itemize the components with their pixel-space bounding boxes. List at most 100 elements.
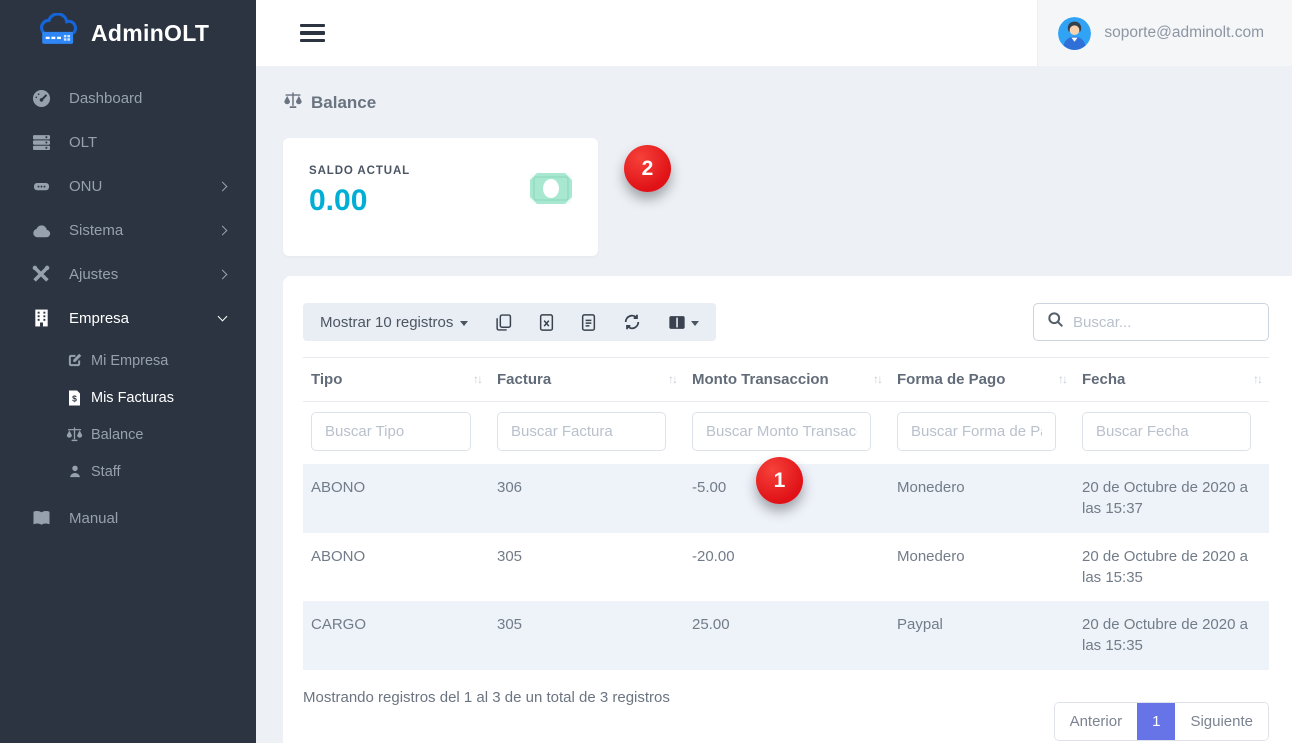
column-header-monto[interactable]: Monto Transaccion↑↓ [684, 358, 889, 402]
column-header-fecha[interactable]: Fecha↑↓ [1074, 358, 1269, 402]
sidebar-item-label: Empresa [69, 310, 129, 327]
pagination: Anterior 1 Siguiente [1054, 702, 1269, 741]
sidebar-item-staff[interactable]: Staff [0, 453, 256, 490]
cell-monto: 25.00 [684, 601, 889, 670]
user-avatar [1058, 17, 1091, 50]
sidebar-item-mi-empresa[interactable]: Mi Empresa [0, 342, 256, 379]
cell-tipo: CARGO [303, 601, 489, 670]
annotation-badge-2: 2 [624, 145, 671, 192]
cell-forma-pago: Paypal [889, 601, 1074, 670]
filter-forma-pago-input[interactable] [897, 412, 1056, 451]
column-filter-row [303, 402, 1269, 465]
sidebar-item-label: Ajustes [69, 266, 118, 283]
invoice-dollar-icon: $ [66, 390, 83, 406]
empresa-submenu: Mi Empresa $ Mis Facturas Balance Staff [0, 340, 256, 496]
chevron-right-icon [218, 269, 228, 279]
filter-factura-input[interactable] [497, 412, 666, 451]
cell-forma-pago: Monedero [889, 464, 1074, 533]
cell-fecha: 20 de Octubre de 2020 a las 15:37 [1074, 464, 1269, 533]
filter-monto-input[interactable] [692, 412, 871, 451]
filter-tipo-input[interactable] [311, 412, 471, 451]
cell-forma-pago: Monedero [889, 533, 1074, 602]
balance-card-label: SALDO ACTUAL [309, 165, 410, 177]
search-input[interactable] [1073, 314, 1272, 331]
main-area: soporte@adminolt.com Balance SALDO ACTUA… [256, 0, 1292, 743]
column-header-factura[interactable]: Factura↑↓ [489, 358, 684, 402]
sort-icon: ↑↓ [473, 372, 481, 386]
top-header: soporte@adminolt.com [256, 0, 1292, 66]
pagination-prev-button[interactable]: Anterior [1055, 703, 1138, 740]
cell-tipo: ABONO [303, 533, 489, 602]
sidebar-item-label: Manual [69, 510, 118, 527]
cell-fecha: 20 de Octubre de 2020 a las 15:35 [1074, 533, 1269, 602]
cell-tipo: ABONO [303, 464, 489, 533]
sidebar-item-ajustes[interactable]: Ajustes [0, 252, 256, 296]
cell-fecha: 20 de Octubre de 2020 a las 15:35 [1074, 601, 1269, 670]
edit-square-icon [66, 353, 83, 368]
sidebar: AdminOLT Dashboard OLT ONU Sistema [0, 0, 256, 743]
sidebar-item-label: Mi Empresa [91, 353, 168, 369]
sidebar-item-dashboard[interactable]: Dashboard [0, 76, 256, 120]
sidebar-item-manual[interactable]: Manual [0, 496, 256, 540]
chevron-right-icon [218, 181, 228, 191]
sort-icon: ↑↓ [873, 372, 881, 386]
sort-icon: ↑↓ [1058, 372, 1066, 386]
hamburger-menu-icon[interactable] [300, 20, 325, 47]
table-row[interactable]: CARGO 305 25.00 Paypal 20 de Octubre de … [303, 601, 1269, 670]
annotation-badge-1: 1 [756, 457, 803, 504]
caret-down-icon [460, 321, 468, 326]
page-length-dropdown[interactable]: Mostrar 10 registros [320, 314, 468, 331]
cell-factura: 306 [489, 464, 684, 533]
sidebar-item-label: Dashboard [69, 90, 142, 107]
datatable-card: 1 Mostrar 10 registros [283, 276, 1292, 743]
user-menu[interactable]: soporte@adminolt.com [1037, 0, 1292, 66]
sidebar-item-onu[interactable]: ONU [0, 164, 256, 208]
datatable-toolbar: Mostrar 10 registros [303, 303, 1269, 341]
scale-icon [283, 92, 303, 114]
balance-card: SALDO ACTUAL 0.00 [283, 138, 598, 256]
records-info: Mostrando registros del 1 al 3 de un tot… [303, 689, 670, 706]
sidebar-item-empresa[interactable]: Empresa [0, 296, 256, 340]
brand-name: AdminOLT [91, 20, 209, 47]
sort-icon: ↑↓ [1253, 372, 1261, 386]
brand-logo[interactable]: AdminOLT [0, 0, 256, 66]
document-export-button[interactable] [581, 314, 596, 331]
sidebar-item-balance[interactable]: Balance [0, 416, 256, 453]
cloud-icon [30, 223, 52, 238]
money-bill-icon [530, 173, 572, 229]
column-header-tipo[interactable]: Tipo↑↓ [303, 358, 489, 402]
user-icon [66, 464, 83, 479]
tools-icon [30, 265, 52, 283]
sidebar-item-label: Sistema [69, 222, 123, 239]
pagination-page-1[interactable]: 1 [1137, 703, 1175, 740]
balance-card-value: 0.00 [309, 184, 410, 218]
sidebar-item-label: ONU [69, 178, 102, 195]
sidebar-item-mis-facturas[interactable]: $ Mis Facturas [0, 379, 256, 416]
speedometer-icon [30, 89, 52, 108]
column-header-forma-pago[interactable]: Forma de Pago↑↓ [889, 358, 1074, 402]
table-row[interactable]: ABONO 305 -20.00 Monedero 20 de Octubre … [303, 533, 1269, 602]
sidebar-item-olt[interactable]: OLT [0, 120, 256, 164]
server-stack-icon [30, 134, 52, 151]
table-header-row: Tipo↑↓ Factura↑↓ Monto Transaccion↑↓ For… [303, 358, 1269, 402]
book-icon [30, 510, 52, 526]
cloud-switch-logo-icon [36, 13, 82, 54]
balance-table: Tipo↑↓ Factura↑↓ Monto Transaccion↑↓ For… [303, 357, 1269, 670]
sidebar-item-label: Mis Facturas [91, 390, 174, 406]
page-title: Balance [283, 92, 1292, 114]
cell-factura: 305 [489, 533, 684, 602]
refresh-button[interactable] [623, 313, 641, 331]
svg-text:$: $ [72, 393, 77, 403]
sidebar-item-label: Balance [91, 427, 143, 443]
user-email: soporte@adminolt.com [1104, 24, 1264, 42]
chevron-down-icon [218, 312, 228, 322]
excel-export-button[interactable] [539, 314, 554, 331]
page-content: Balance SALDO ACTUAL 0.00 [256, 66, 1292, 743]
filter-fecha-input[interactable] [1082, 412, 1251, 451]
sidebar-item-label: OLT [69, 134, 97, 151]
column-visibility-button[interactable] [668, 314, 699, 331]
sidebar-item-sistema[interactable]: Sistema [0, 208, 256, 252]
pagination-next-button[interactable]: Siguiente [1175, 703, 1268, 740]
device-icon [30, 178, 52, 194]
copy-button[interactable] [495, 314, 512, 331]
